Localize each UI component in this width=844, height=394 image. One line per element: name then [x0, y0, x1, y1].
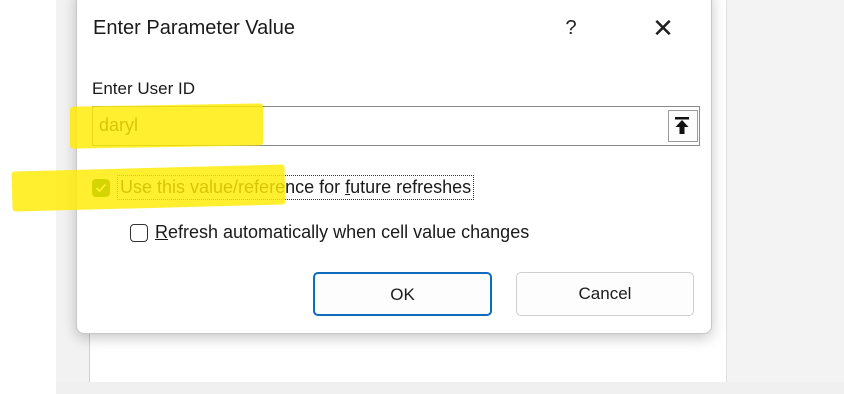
background-left-area — [0, 0, 56, 394]
checkmark-icon — [95, 183, 107, 192]
use-value-label[interactable]: Use this value/reference for future refr… — [117, 175, 475, 200]
background-right-area — [727, 0, 844, 394]
use-value-option[interactable]: Use this value/reference for future refr… — [92, 175, 475, 200]
prompt-label: Enter User ID — [92, 79, 195, 98]
upload-arrow-icon — [675, 117, 689, 134]
use-value-checkbox[interactable] — [92, 178, 110, 197]
refresh-auto-option[interactable]: Refresh automatically when cell value ch… — [130, 222, 529, 243]
close-icon[interactable]: ✕ — [645, 11, 681, 45]
help-button[interactable]: ? — [553, 13, 589, 43]
refresh-auto-label[interactable]: Refresh automatically when cell value ch… — [155, 222, 529, 243]
ok-button[interactable]: OK — [313, 272, 492, 316]
collapse-upload-button[interactable] — [668, 110, 698, 142]
refresh-auto-checkbox[interactable] — [130, 223, 148, 242]
background-bottom-area — [56, 382, 844, 394]
enter-parameter-dialog: Enter Parameter Value ? ✕ Enter User ID … — [76, 0, 712, 334]
parameter-input-box — [92, 106, 700, 146]
cancel-button[interactable]: Cancel — [516, 272, 694, 316]
dialog-title: Enter Parameter Value — [93, 17, 295, 39]
user-id-input[interactable] — [93, 107, 659, 143]
